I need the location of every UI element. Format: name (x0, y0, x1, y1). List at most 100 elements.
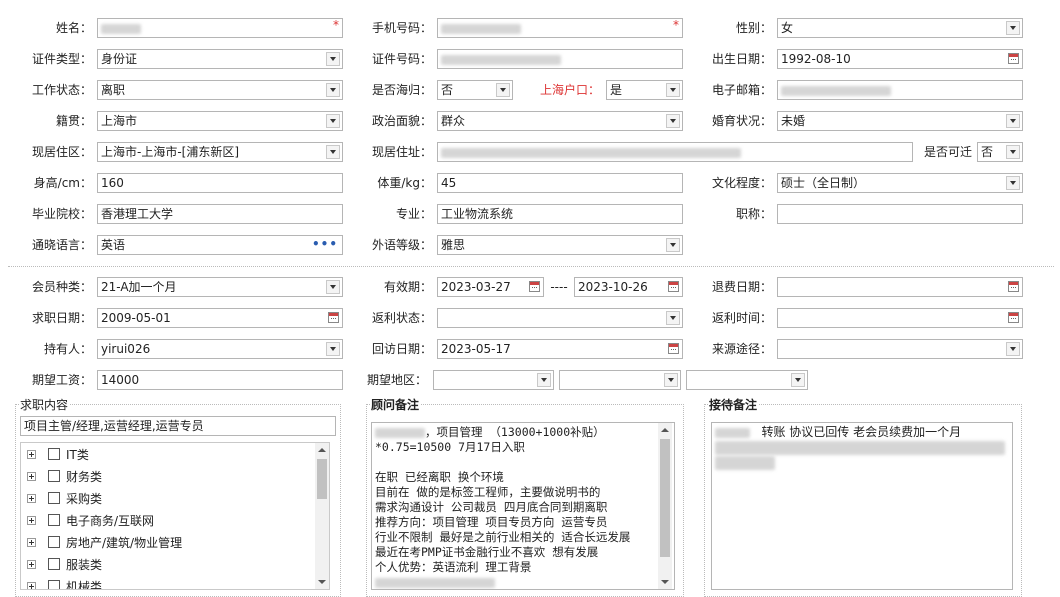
returnee-select[interactable]: 否 (437, 80, 513, 100)
calendar-icon[interactable] (529, 281, 540, 292)
member-type-select[interactable]: 21-A加一个月 (97, 277, 343, 297)
relocate-select[interactable]: 否 (977, 142, 1023, 162)
chevron-down-icon[interactable] (1006, 114, 1020, 128)
marital-value: 未婚 (781, 114, 806, 128)
scroll-down-icon[interactable] (658, 575, 672, 589)
chevron-down-icon[interactable] (664, 373, 678, 387)
job-date-input[interactable]: 2009-05-01 (97, 308, 343, 328)
job-date-value: 2009-05-01 (101, 311, 171, 325)
calendar-icon[interactable] (1008, 281, 1019, 292)
political-label: 政治面貌： (371, 114, 432, 128)
calendar-icon[interactable] (1008, 53, 1019, 64)
tree-scrollbar[interactable] (315, 443, 329, 589)
valid-start-input[interactable]: 2023-03-27 (437, 277, 544, 297)
chevron-down-icon[interactable] (326, 52, 340, 66)
source-select[interactable] (777, 339, 1023, 359)
refund-date-input[interactable] (777, 277, 1023, 297)
expand-icon[interactable] (27, 494, 36, 503)
reception-notes-textarea[interactable]: 转账 协议已回传 老会员续费加一个月 (711, 422, 1013, 590)
expand-icon[interactable] (27, 472, 36, 481)
expected-region-city-select[interactable] (559, 370, 681, 390)
gender-select[interactable]: 女 (777, 18, 1023, 38)
marital-select[interactable]: 未婚 (777, 111, 1023, 131)
lang-level-select[interactable]: 雅思 (437, 235, 683, 255)
chevron-down-icon[interactable] (496, 83, 510, 97)
email-input[interactable] (777, 80, 1023, 100)
holder-select[interactable]: yirui026 (97, 339, 343, 359)
weight-input[interactable]: 45 (437, 173, 683, 193)
scroll-down-icon[interactable] (315, 575, 329, 589)
expected-region-province-select[interactable] (433, 370, 554, 390)
checkbox[interactable] (48, 492, 60, 504)
note-line (715, 440, 1009, 455)
calendar-icon[interactable] (668, 343, 679, 354)
languages-input[interactable]: 英语 ••• (97, 235, 343, 255)
reception-notes-title: 接待备注 (708, 398, 759, 412)
advisor-notes-scrollbar[interactable] (658, 423, 672, 589)
redacted-text (715, 427, 750, 438)
advisor-notes-textarea[interactable]: ，项目管理 （13000+1000补贴） *0.75=10500 7月17日入职… (371, 422, 675, 590)
checkbox[interactable] (48, 580, 60, 589)
chevron-down-icon[interactable] (326, 114, 340, 128)
checkbox[interactable] (48, 448, 60, 460)
chevron-down-icon[interactable] (326, 280, 340, 294)
name-input[interactable]: * (97, 18, 343, 38)
more-icon[interactable]: ••• (312, 236, 338, 253)
checkbox[interactable] (48, 558, 60, 570)
valid-end-input[interactable]: 2023-10-26 (574, 277, 683, 297)
chevron-down-icon[interactable] (666, 311, 680, 325)
calendar-icon[interactable] (1008, 312, 1019, 323)
current-address-input[interactable] (437, 142, 913, 162)
title-input[interactable] (777, 204, 1023, 224)
scroll-up-icon[interactable] (658, 423, 672, 437)
chevron-down-icon[interactable] (537, 373, 551, 387)
chevron-down-icon[interactable] (326, 83, 340, 97)
native-place-select[interactable]: 上海市 (97, 111, 343, 131)
valid-start-value: 2023-03-27 (441, 280, 511, 294)
height-input[interactable]: 160 (97, 173, 343, 193)
expand-icon[interactable] (27, 450, 36, 459)
member-type-label: 会员种类： (31, 280, 92, 294)
chevron-down-icon[interactable] (1006, 145, 1020, 159)
scroll-thumb[interactable] (660, 439, 670, 557)
checkbox[interactable] (48, 470, 60, 482)
height-value: 160 (101, 176, 124, 190)
chevron-down-icon[interactable] (1006, 21, 1020, 35)
checkbox[interactable] (48, 514, 60, 526)
job-content-input[interactable]: 项目主管/经理,运营经理,运营专员 (20, 416, 336, 436)
expand-icon[interactable] (27, 582, 36, 589)
work-status-select[interactable]: 离职 (97, 80, 343, 100)
rebate-status-select[interactable] (437, 308, 683, 328)
scroll-up-icon[interactable] (315, 443, 329, 457)
birthday-input[interactable]: 1992-08-10 (777, 49, 1023, 69)
calendar-icon[interactable] (328, 312, 339, 323)
expected-salary-input[interactable]: 14000 (97, 370, 343, 390)
expand-icon[interactable] (27, 516, 36, 525)
weight-value: 45 (441, 176, 457, 190)
major-input[interactable]: 工业物流系统 (437, 204, 683, 224)
current-area-select[interactable]: 上海市-上海市-[浦东新区] (97, 142, 343, 162)
visit-date-input[interactable]: 2023-05-17 (437, 339, 683, 359)
school-input[interactable]: 香港理工大学 (97, 204, 343, 224)
scroll-thumb[interactable] (317, 459, 327, 499)
political-select[interactable]: 群众 (437, 111, 683, 131)
calendar-icon[interactable] (668, 281, 679, 292)
chevron-down-icon[interactable] (666, 114, 680, 128)
expand-icon[interactable] (27, 560, 36, 569)
id-number-input[interactable] (437, 49, 683, 69)
expand-icon[interactable] (27, 538, 36, 547)
chevron-down-icon[interactable] (666, 83, 680, 97)
shanghai-hukou-select[interactable]: 是 (606, 80, 683, 100)
chevron-down-icon[interactable] (1006, 176, 1020, 190)
checkbox[interactable] (48, 536, 60, 548)
phone-input[interactable]: * (437, 18, 683, 38)
education-select[interactable]: 硕士（全日制） (777, 173, 1023, 193)
chevron-down-icon[interactable] (666, 238, 680, 252)
rebate-time-input[interactable] (777, 308, 1023, 328)
chevron-down-icon[interactable] (791, 373, 805, 387)
id-type-select[interactable]: 身份证 (97, 49, 343, 69)
chevron-down-icon[interactable] (1006, 342, 1020, 356)
chevron-down-icon[interactable] (326, 342, 340, 356)
chevron-down-icon[interactable] (326, 145, 340, 159)
expected-region-district-select[interactable] (686, 370, 808, 390)
